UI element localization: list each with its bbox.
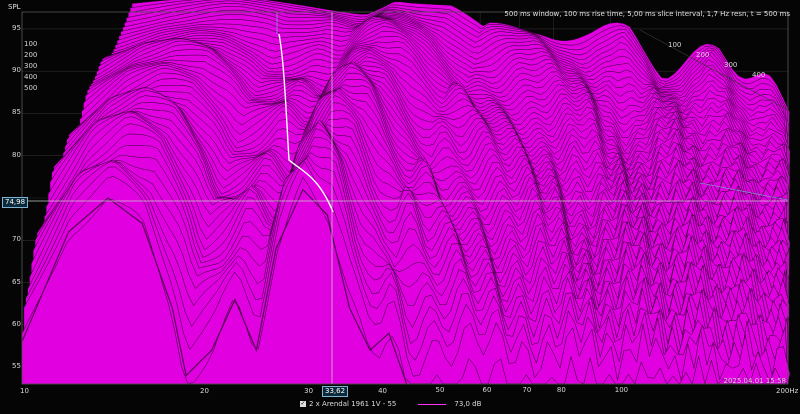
y-tick-label: 85 — [12, 108, 21, 117]
spl-axis-label: SPL — [8, 3, 21, 11]
timestamp: 2025.04.01 15:58 — [723, 377, 786, 385]
y-tick-label: 95 — [12, 23, 21, 32]
series-visibility-checkbox[interactable]: ✓ — [300, 401, 306, 407]
x-tick-label: 100 — [614, 386, 629, 394]
time-tick-label: 100 — [24, 40, 38, 48]
x-tick-label: 20 — [200, 387, 209, 395]
series-color-swatch — [418, 403, 447, 405]
time-tick-label: 200 — [696, 51, 710, 59]
x-tick-label: 60 — [482, 386, 492, 394]
cursor-frequency-readout[interactable]: 33,62 — [322, 386, 349, 397]
y-tick-label: 70 — [12, 235, 21, 244]
time-tick-label: 400 — [752, 71, 766, 79]
time-tick-label: 500 — [24, 84, 38, 92]
y-tick-label: 65 — [12, 277, 21, 286]
measurement-info: 500 ms window, 100 ms rise time, 5,00 ms… — [504, 10, 790, 18]
x-tick-label: 50 — [435, 386, 445, 394]
x-tick-label: 30 — [304, 387, 314, 395]
time-tick-label: 300 — [24, 62, 38, 70]
x-tick-label: 200Hz — [776, 387, 799, 395]
time-tick-label: 200 — [24, 51, 38, 59]
y-tick-label: 90 — [12, 66, 21, 75]
x-tick-label: 10 — [20, 387, 29, 395]
x-tick-label: 70 — [522, 386, 532, 394]
y-tick-label: 55 — [12, 362, 21, 371]
time-tick-label: 300 — [724, 61, 738, 69]
y-tick-label: 80 — [12, 150, 21, 159]
waterfall-window: SPL 500 ms window, 100 ms rise time, 5,0… — [0, 0, 800, 414]
waterfall-plot[interactable] — [0, 0, 800, 414]
series-level: 73,0 dB — [454, 400, 482, 408]
x-tick-label: 40 — [378, 387, 387, 395]
cursor-spl-readout[interactable]: 74,98 — [2, 197, 29, 208]
time-tick-label: 100 — [668, 41, 682, 49]
time-tick-label: 400 — [24, 73, 38, 81]
legend: ✓ 2 x Arendal 1961 1V - 55 73,0 dB — [300, 400, 481, 408]
series-name: 2 x Arendal 1961 1V - 55 — [309, 400, 397, 408]
x-tick-label: 80 — [556, 386, 566, 394]
y-tick-label: 60 — [12, 319, 21, 328]
